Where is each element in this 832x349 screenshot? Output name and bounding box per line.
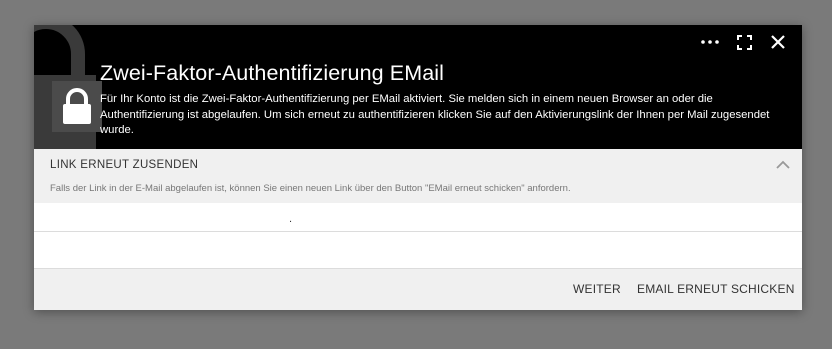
more-button[interactable]: [700, 34, 720, 50]
lock-icon: [63, 88, 91, 124]
chevron-up-icon[interactable]: [776, 159, 790, 171]
fullscreen-button[interactable]: [734, 34, 754, 50]
link-field-row: .: [34, 203, 802, 232]
section-note: Falls der Link in der E-Mail abgelaufen …: [50, 183, 571, 194]
fullscreen-icon: [736, 34, 752, 50]
more-icon: [701, 40, 719, 44]
resend-email-button[interactable]: EMAIL ERNEUT SCHICKEN: [637, 282, 795, 296]
empty-row: [34, 232, 802, 268]
close-button[interactable]: [768, 34, 788, 50]
lock-badge: [52, 81, 102, 132]
weiter-button[interactable]: WEITER: [573, 282, 621, 296]
close-icon: [771, 35, 785, 49]
field-value: .: [289, 213, 293, 225]
section-title: LINK ERNEUT ZUSENDEN: [50, 159, 199, 171]
two-factor-dialog: Zwei-Faktor-Authentifizierung EMail Für …: [34, 25, 802, 310]
resend-section: LINK ERNEUT ZUSENDEN Falls der Link in d…: [34, 149, 802, 204]
dialog-footer: WEITER EMAIL ERNEUT SCHICKEN: [34, 268, 802, 310]
dialog-description: Für Ihr Konto ist die Zwei-Faktor-Authen…: [100, 93, 770, 136]
dialog-title: Zwei-Faktor-Authentifizierung EMail: [100, 61, 445, 85]
dialog-header: Zwei-Faktor-Authentifizierung EMail Für …: [34, 25, 802, 149]
header-actions: [700, 34, 788, 50]
